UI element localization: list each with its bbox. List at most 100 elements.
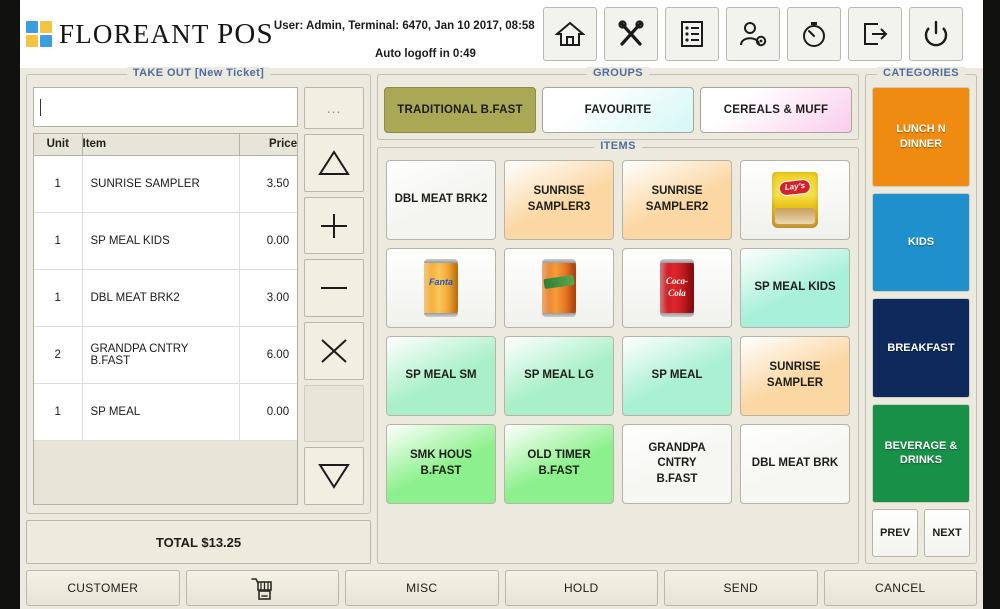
misc-button[interactable]: MISC — [345, 570, 499, 606]
action-button-bar: CUSTOMER MISC HOLD SEND CANCEL — [20, 564, 983, 609]
item-button-label: SP MEAL — [651, 369, 703, 382]
customer-button[interactable]: CUSTOMER — [26, 570, 180, 606]
item-button-sp-meal-lg[interactable]: SP MEAL LG — [504, 336, 614, 416]
groups-items-column: GROUPS TRADITIONAL B.FAST FAVOURITE CEREAL… — [377, 67, 859, 564]
item-button-grandpa-cntry-b-fast[interactable]: GRANDPA CNTRY B.FAST — [622, 424, 732, 504]
cell-unit: 1 — [34, 212, 83, 270]
item-button-sunrise-sampler[interactable]: SUNRISE SAMPLER — [740, 336, 850, 416]
cell-price: 3.00 — [239, 269, 298, 327]
scroll-down-button[interactable] — [304, 447, 364, 506]
prev-category-button[interactable]: PREV — [872, 509, 918, 557]
category-button-beverage-drinks[interactable]: BEVERAGE & DRINKS — [872, 403, 970, 503]
auto-logoff-text: Auto logoff in 0:49 — [375, 48, 476, 60]
table-row[interactable]: 2 GRANDPA CNTRY B.FAST 6.00 — [34, 326, 298, 384]
cell-item: SP MEAL — [82, 383, 240, 441]
table-row[interactable]: 1 SP MEAL 0.00 — [34, 383, 298, 441]
table-row[interactable]: 1 SUNRISE SAMPLER 3.50 — [34, 155, 298, 213]
item-button-label: GRANDPA CNTRY B.FAST — [648, 441, 706, 485]
triangle-up-icon — [318, 149, 350, 175]
category-button-kids[interactable]: KIDS — [872, 192, 970, 292]
hold-button[interactable]: HOLD — [504, 570, 658, 606]
group-button-favourite[interactable]: FAVOURITE — [542, 87, 694, 133]
main-area: TAKE OUT [New Ticket] Unit Item Price 1 … — [20, 67, 983, 564]
category-button-breakfast[interactable]: BREAKFAST — [872, 298, 970, 398]
home-icon[interactable] — [543, 7, 597, 61]
cell-unit: 2 — [34, 326, 83, 384]
list-icon[interactable] — [665, 7, 719, 61]
brand-title: FLOREANT POS — [59, 18, 274, 51]
header-icon-bar — [543, 7, 983, 61]
cell-item: GRANDPA CNTRY B.FAST — [82, 326, 240, 384]
items-panel-title: ITEMS — [594, 140, 642, 152]
brand-pos: POS — [217, 17, 274, 50]
items-panel: ITEMS DBL MEAT BRK2 SUNRISE SAMPLER3 SUNRIS… — [377, 140, 859, 564]
power-icon[interactable] — [909, 7, 963, 61]
item-button-sp-meal-sm[interactable]: SP MEAL SM — [386, 336, 496, 416]
item-button-label: DBL MEAT BRK — [751, 457, 839, 470]
cell-unit: 1 — [34, 269, 83, 327]
app-header: FLOREANT POS User: Admin, Terminal: 6470… — [20, 0, 983, 68]
item-button-old-timer-b-fast[interactable]: OLD TIMER B.FAST — [504, 424, 614, 504]
category-button-label: LUNCH N DINNER — [896, 123, 946, 150]
column-header-item: Item — [82, 134, 240, 156]
user-settings-icon[interactable] — [726, 7, 780, 61]
cell-price: 3.50 — [239, 155, 298, 213]
group-button-cereals-muff[interactable]: CEREALS & MUFF — [700, 87, 852, 133]
scroll-up-button[interactable] — [304, 134, 364, 192]
fanta-can-image: Fanta — [424, 259, 458, 317]
cell-price: 0.00 — [239, 383, 298, 441]
cell-price: 6.00 — [239, 326, 298, 384]
item-button-label: SUNRISE SAMPLER2 — [645, 185, 709, 213]
user-info-text: User: Admin, Terminal: 6470, Jan 10 2017… — [273, 19, 535, 32]
table-row[interactable]: 1 DBL MEAT BRK2 3.00 — [34, 269, 298, 327]
column-header-price: Price — [239, 134, 298, 156]
category-button-lunch-n-dinner[interactable]: LUNCH N DINNER — [872, 87, 970, 187]
item-button-sunrise-sampler2[interactable]: SUNRISE SAMPLER2 — [622, 160, 732, 240]
timer-icon[interactable] — [787, 7, 841, 61]
item-button-label: SP MEAL SM — [405, 369, 477, 382]
category-button-label: BREAKFAST — [887, 341, 955, 354]
text-caret — [40, 98, 41, 116]
item-button-dbl-meat-brk2[interactable]: DBL MEAT BRK2 — [386, 160, 496, 240]
item-button-sp-meal-kids[interactable]: SP MEAL KIDS — [740, 248, 850, 328]
send-button[interactable]: SEND — [664, 570, 818, 606]
total-display[interactable]: TOTAL $13.25 — [26, 520, 371, 564]
item-button-label: DBL MEAT BRK2 — [394, 193, 488, 206]
pos-application-window: FLOREANT POS User: Admin, Terminal: 6470… — [20, 0, 983, 609]
categories-button-list: LUNCH N DINNER KIDS BREAKFAST BEVERAGE & DRIN… — [872, 87, 970, 503]
ticket-search-input[interactable] — [33, 87, 299, 127]
item-button-coca-cola-can[interactable]: Coca-Cola — [622, 248, 732, 328]
delete-item-button[interactable] — [304, 322, 364, 380]
cell-price: 0.00 — [239, 212, 298, 270]
item-button-label: SUNRISE SAMPLER3 — [527, 185, 591, 213]
item-button-sp-meal[interactable]: SP MEAL — [622, 336, 732, 416]
ticket-panel-title: TAKE OUT [New Ticket] — [126, 67, 271, 79]
shopping-cart-icon — [251, 578, 273, 600]
item-button-fanta-can[interactable]: Fanta — [386, 248, 496, 328]
item-button-crush-can[interactable] — [504, 248, 614, 328]
tools-icon[interactable] — [604, 7, 658, 61]
item-button-lays-chips[interactable]: Lay’s — [740, 160, 850, 240]
shopping-cart-button[interactable] — [185, 570, 339, 606]
brand-floreant: FLOREANT — [59, 18, 210, 49]
cancel-button[interactable]: CANCEL — [823, 570, 977, 606]
table-header-row: Unit Item Price — [34, 134, 298, 156]
item-button-label: SMK HOUS B.FAST — [410, 449, 472, 477]
logout-icon[interactable] — [848, 7, 902, 61]
item-button-dbl-meat-brk[interactable]: DBL MEAT BRK — [740, 424, 850, 504]
triangle-down-icon — [318, 464, 350, 490]
minus-icon — [321, 287, 348, 290]
item-button-sunrise-sampler3[interactable]: SUNRISE SAMPLER3 — [504, 160, 614, 240]
more-options-button[interactable]: ... — [304, 87, 364, 129]
table-row[interactable]: 1 SP MEAL KIDS 0.00 — [34, 212, 298, 270]
group-button-traditional-b-fast[interactable]: TRADITIONAL B.FAST — [384, 87, 536, 133]
cell-unit: 1 — [34, 155, 83, 213]
item-button-label: SP MEAL LG — [524, 369, 594, 382]
category-button-label: KIDS — [907, 236, 935, 249]
category-button-label: BEVERAGE & DRINKS — [884, 439, 958, 467]
ticket-panel: TAKE OUT [New Ticket] Unit Item Price 1 … — [26, 67, 371, 514]
decrease-quantity-button[interactable] — [304, 259, 364, 318]
increase-quantity-button[interactable] — [304, 196, 364, 255]
item-button-smk-hous-b-fast[interactable]: SMK HOUS B.FAST — [386, 424, 496, 504]
next-category-button[interactable]: NEXT — [924, 509, 970, 557]
